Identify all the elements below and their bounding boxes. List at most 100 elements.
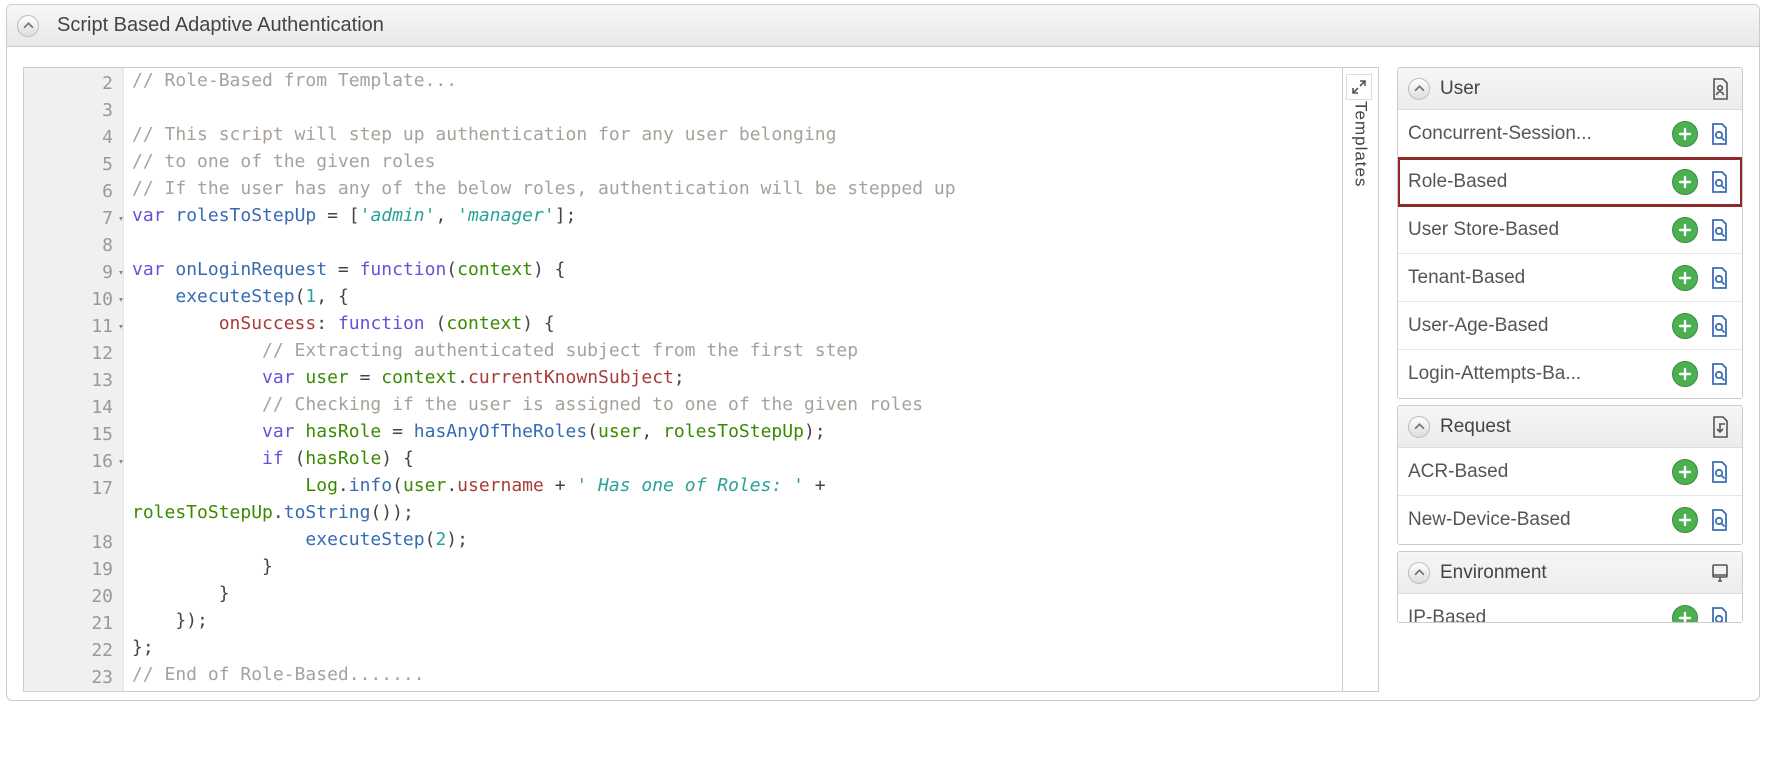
template-item[interactable]: New-Device-Based xyxy=(1398,496,1742,544)
code-editor[interactable]: 234567▾89▾10▾11▾1213141516▾1718192021222… xyxy=(23,67,1379,692)
gutter-line: 3 xyxy=(24,97,123,124)
template-item[interactable]: IP-Based xyxy=(1398,594,1742,622)
category-collapse-toggle[interactable] xyxy=(1408,78,1430,100)
code-line[interactable]: // If the user has any of the below role… xyxy=(132,178,1342,205)
gutter-line: 14 xyxy=(24,394,123,421)
template-item[interactable]: Login-Attempts-Ba... xyxy=(1398,350,1742,398)
gutter-line: 9▾ xyxy=(24,259,123,286)
template-item[interactable]: Role-Based xyxy=(1398,158,1742,206)
user-doc-icon xyxy=(1708,77,1732,101)
gutter-line: 18 xyxy=(24,529,123,556)
add-template-button[interactable] xyxy=(1672,361,1698,387)
template-item-label: Role-Based xyxy=(1408,171,1672,193)
template-item[interactable]: Tenant-Based xyxy=(1398,254,1742,302)
editor-gutter: 234567▾89▾10▾11▾1213141516▾1718192021222… xyxy=(24,68,124,691)
code-line[interactable]: // Role-Based from Template... xyxy=(132,70,1342,97)
template-item[interactable]: ACR-Based xyxy=(1398,448,1742,496)
code-line[interactable] xyxy=(132,97,1342,124)
view-template-button[interactable] xyxy=(1706,605,1732,622)
template-item-label: IP-Based xyxy=(1408,607,1672,622)
collapse-toggle[interactable] xyxy=(17,15,39,37)
code-line[interactable]: Log.info(user.username + ' Has one of Ro… xyxy=(132,475,1342,502)
view-template-button[interactable] xyxy=(1706,313,1732,339)
code-line[interactable]: } xyxy=(132,583,1342,610)
code-line[interactable]: if (hasRole) { xyxy=(132,448,1342,475)
gutter-line: 7▾ xyxy=(24,205,123,232)
add-template-button[interactable] xyxy=(1672,265,1698,291)
adaptive-auth-panel: Script Based Adaptive Authentication 23 4… xyxy=(6,4,1760,701)
code-line[interactable]: // End of Role-Based....... xyxy=(132,664,1342,691)
add-template-button[interactable] xyxy=(1672,313,1698,339)
code-line[interactable]: var user = context.currentKnownSubject; xyxy=(132,367,1342,394)
gutter-line: 5 xyxy=(24,151,123,178)
editor-code-area[interactable]: // Role-Based from Template... // This sc… xyxy=(124,68,1342,691)
gutter-line: 21 xyxy=(24,610,123,637)
template-category: Environment IP-Based xyxy=(1397,551,1743,623)
add-template-button[interactable] xyxy=(1672,459,1698,485)
code-line[interactable]: // Checking if the user is assigned to o… xyxy=(132,394,1342,421)
chevron-up-icon xyxy=(23,20,34,31)
code-line[interactable]: var rolesToStepUp = ['admin', 'manager']… xyxy=(132,205,1342,232)
view-template-button[interactable] xyxy=(1706,361,1732,387)
add-template-button[interactable] xyxy=(1672,507,1698,533)
gutter-line: 4 xyxy=(24,124,123,151)
gutter-line: 13 xyxy=(24,367,123,394)
template-category: User Concurrent-Session... Role-Based User … xyxy=(1397,67,1743,399)
category-title: Environment xyxy=(1440,562,1708,584)
panel-header: Script Based Adaptive Authentication xyxy=(7,5,1759,47)
gutter-line: 15 xyxy=(24,421,123,448)
fold-marker-icon[interactable]: ▾ xyxy=(118,267,124,278)
view-template-button[interactable] xyxy=(1706,121,1732,147)
add-template-button[interactable] xyxy=(1672,121,1698,147)
fullscreen-button[interactable] xyxy=(1346,74,1372,100)
view-template-button[interactable] xyxy=(1706,169,1732,195)
template-item-label: ACR-Based xyxy=(1408,461,1672,483)
category-collapse-toggle[interactable] xyxy=(1408,562,1430,584)
template-item[interactable]: User Store-Based xyxy=(1398,206,1742,254)
code-line[interactable]: var onLoginRequest = function(context) { xyxy=(132,259,1342,286)
view-template-button[interactable] xyxy=(1706,507,1732,533)
templates-tab[interactable]: Templates xyxy=(1342,68,1378,691)
panel-body: 234567▾89▾10▾11▾1213141516▾1718192021222… xyxy=(7,47,1759,700)
category-title: Request xyxy=(1440,416,1708,438)
code-line[interactable]: // Extracting authenticated subject from… xyxy=(132,340,1342,367)
view-template-button[interactable] xyxy=(1706,459,1732,485)
code-line[interactable]: }); xyxy=(132,610,1342,637)
code-line[interactable]: rolesToStepUp.toString()); xyxy=(132,502,1342,529)
gutter-line: 19 xyxy=(24,556,123,583)
fold-marker-icon[interactable]: ▾ xyxy=(118,213,124,224)
code-line[interactable]: executeStep(1, { xyxy=(132,286,1342,313)
view-template-button[interactable] xyxy=(1706,217,1732,243)
code-line[interactable]: }; xyxy=(132,637,1342,664)
category-collapse-toggle[interactable] xyxy=(1408,416,1430,438)
template-item-label: Login-Attempts-Ba... xyxy=(1408,363,1672,385)
code-line[interactable] xyxy=(132,232,1342,259)
code-line[interactable]: // This script will step up authenticati… xyxy=(132,124,1342,151)
template-category-header[interactable]: User xyxy=(1398,68,1742,110)
template-category-header[interactable]: Request xyxy=(1398,406,1742,448)
gutter-line: 12 xyxy=(24,340,123,367)
gutter-line: 23 xyxy=(24,664,123,691)
template-category-header[interactable]: Environment xyxy=(1398,552,1742,594)
fold-marker-icon[interactable]: ▾ xyxy=(118,456,124,467)
code-line[interactable]: // to one of the given roles xyxy=(132,151,1342,178)
fold-marker-icon[interactable]: ▾ xyxy=(118,294,124,305)
gutter-line: 22 xyxy=(24,637,123,664)
template-category: Request ACR-Based New-Device-Based xyxy=(1397,405,1743,545)
add-template-button[interactable] xyxy=(1672,605,1698,622)
code-line[interactable]: var hasRole = hasAnyOfTheRoles(user, rol… xyxy=(132,421,1342,448)
template-item[interactable]: User-Age-Based xyxy=(1398,302,1742,350)
code-line[interactable]: onSuccess: function (context) { xyxy=(132,313,1342,340)
fold-marker-icon[interactable]: ▾ xyxy=(118,321,124,332)
templates-tab-label: Templates xyxy=(1351,101,1371,187)
template-item-label: Tenant-Based xyxy=(1408,267,1672,289)
template-item[interactable]: Concurrent-Session... xyxy=(1398,110,1742,158)
gutter-line: 11▾ xyxy=(24,313,123,340)
view-template-button[interactable] xyxy=(1706,265,1732,291)
template-item-label: Concurrent-Session... xyxy=(1408,123,1672,145)
code-line[interactable]: } xyxy=(132,556,1342,583)
add-template-button[interactable] xyxy=(1672,217,1698,243)
code-line[interactable]: executeStep(2); xyxy=(132,529,1342,556)
gutter-line: 6 xyxy=(24,178,123,205)
add-template-button[interactable] xyxy=(1672,169,1698,195)
